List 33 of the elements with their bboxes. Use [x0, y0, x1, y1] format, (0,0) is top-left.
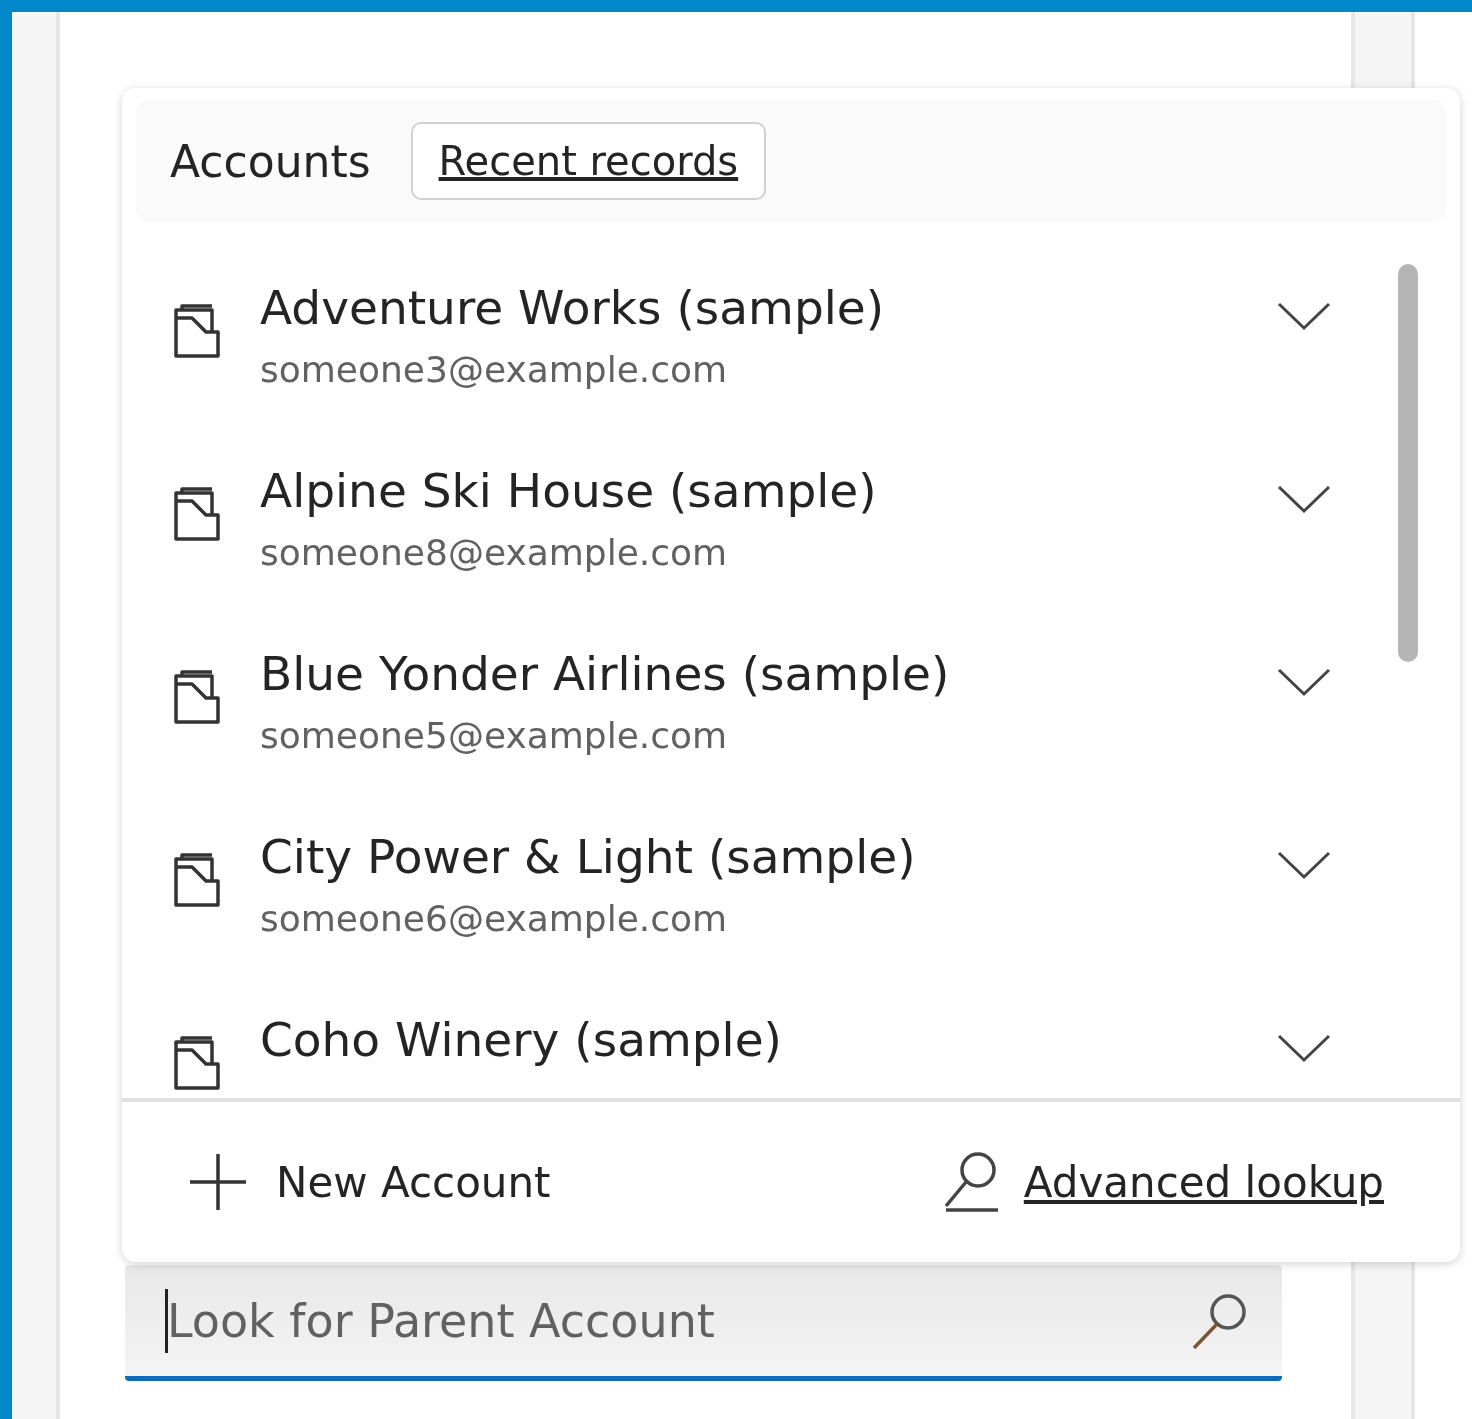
new-account-button[interactable]: New Account — [188, 1152, 551, 1212]
search-input[interactable]: Look for Parent Account — [165, 1292, 1190, 1349]
chevron-down-icon[interactable] — [1276, 849, 1332, 881]
record-email: someone3@example.com — [260, 348, 729, 392]
record-email: someone5@example.com — [260, 714, 729, 758]
scrollbar-thumb[interactable] — [1398, 264, 1418, 662]
account-icon — [172, 668, 222, 726]
record-name: Blue Yonder Airlines (sample) — [260, 645, 951, 703]
chevron-down-icon[interactable] — [1276, 666, 1332, 698]
record-name: Coho Winery (sample) — [260, 1011, 783, 1069]
tab[interactable]: Accounts — [170, 135, 371, 187]
search-field[interactable]: Look for Parent Account — [125, 1265, 1282, 1381]
account-icon — [172, 485, 222, 543]
record-item[interactable]: City Power & Light (sample) someone6@example.com — [172, 825, 1460, 1008]
advanced-lookup-link[interactable]: Advanced lookup — [1023, 1157, 1384, 1207]
chevron-down-icon[interactable] — [1276, 483, 1332, 515]
chevron-down-icon[interactable] — [1276, 1032, 1332, 1064]
account-icon — [172, 1034, 222, 1092]
plus-icon — [188, 1152, 248, 1212]
account-icon — [172, 851, 222, 909]
record-item[interactable]: Alpine Ski House (sample) someone8@example.com — [172, 459, 1460, 642]
tab[interactable]: Recent records — [410, 122, 767, 200]
record-name: City Power & Light (sample) — [260, 828, 917, 886]
record-name: Alpine Ski House (sample) — [260, 462, 878, 520]
text-cursor — [165, 1288, 168, 1353]
record-email: someone6@example.com — [260, 897, 729, 941]
record-item[interactable]: Adventure Works (sample) someone3@example.com — [172, 276, 1460, 459]
record-name: Adventure Works (sample) — [260, 279, 886, 337]
record-email: someone8@example.com — [260, 531, 729, 575]
record-item[interactable]: Coho Winery (sample) — [172, 1008, 1460, 1098]
account-icon — [172, 302, 222, 360]
chevron-down-icon[interactable] — [1276, 300, 1332, 332]
record-item[interactable]: Blue Yonder Airlines (sample) someone5@example.com — [172, 642, 1460, 825]
